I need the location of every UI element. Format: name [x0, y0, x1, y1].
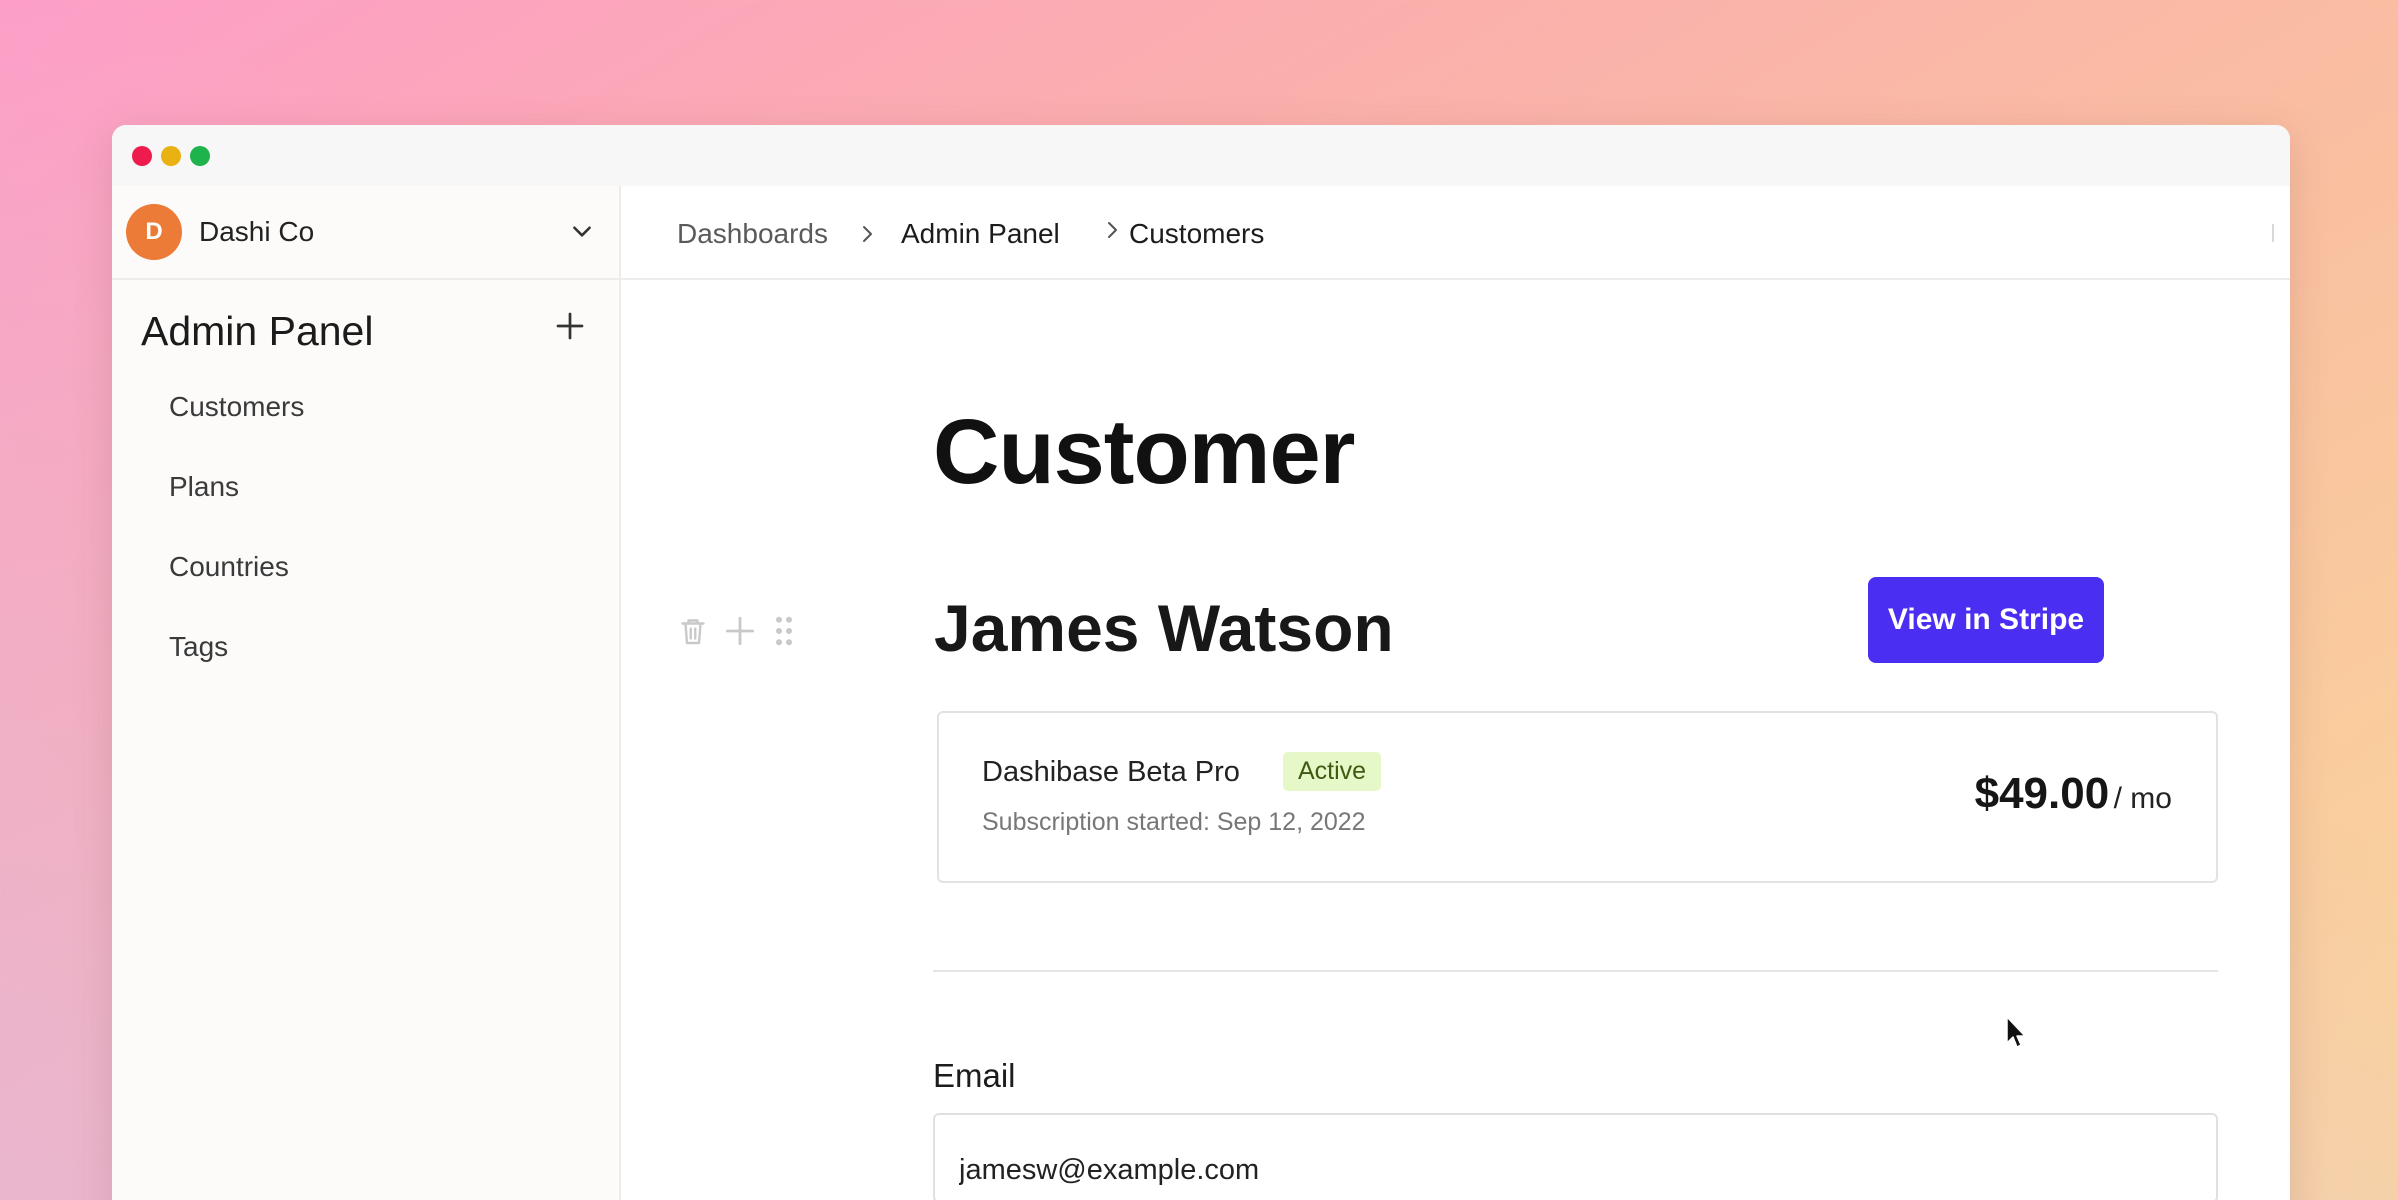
- topbar-divider: [2272, 224, 2274, 242]
- window-titlebar: [112, 125, 2290, 186]
- chevron-down-icon[interactable]: [569, 218, 595, 244]
- drag-handle-icon[interactable]: [769, 612, 799, 650]
- sidebar-panel-title: Admin Panel: [141, 308, 374, 354]
- view-in-stripe-button[interactable]: View in Stripe: [1868, 577, 2104, 663]
- main-content: Customer James Watson View in Stripe Das…: [621, 280, 2290, 1200]
- sidebar: D Dashi Co Admin Panel Customers Plans C…: [112, 186, 621, 1200]
- app-window: D Dashi Co Admin Panel Customers Plans C…: [112, 125, 2290, 1200]
- breadcrumb-dashboards[interactable]: Dashboards: [677, 218, 828, 250]
- email-label: Email: [933, 1057, 1016, 1094]
- add-block-icon[interactable]: [721, 612, 759, 650]
- sidebar-item-customers[interactable]: Customers: [169, 391, 304, 423]
- workspace-name: Dashi Co: [199, 216, 315, 247]
- breadcrumb-customers[interactable]: Customers: [1129, 218, 1264, 250]
- sidebar-item-tags[interactable]: Tags: [169, 631, 228, 663]
- plan-name: Dashibase Beta Pro: [982, 756, 1240, 788]
- workspace-switcher[interactable]: D Dashi Co: [112, 186, 619, 280]
- status-badge: Active: [1283, 752, 1382, 791]
- breadcrumb: Dashboards Admin Panel Customers: [621, 186, 2290, 280]
- chevron-right-icon: [1108, 222, 1117, 238]
- sidebar-item-countries[interactable]: Countries: [169, 551, 289, 583]
- subscription-card: Dashibase Beta Pro Active Subscription s…: [937, 711, 2218, 883]
- minimize-window-button[interactable]: [161, 146, 181, 166]
- mouse-cursor-icon: [2006, 1016, 2026, 1048]
- breadcrumb-admin-panel[interactable]: Admin Panel: [901, 218, 1060, 250]
- add-page-icon[interactable]: [552, 308, 588, 344]
- customer-name: James Watson: [934, 591, 1394, 665]
- price-period: / mo: [2113, 782, 2172, 815]
- close-window-button[interactable]: [132, 146, 152, 166]
- section-divider: [933, 970, 2218, 972]
- sidebar-panel-header: Admin Panel: [112, 280, 619, 360]
- price: $49.00 / mo: [1975, 769, 2172, 819]
- email-field[interactable]: [933, 1113, 2218, 1200]
- maximize-window-button[interactable]: [190, 146, 210, 166]
- sidebar-item-plans[interactable]: Plans: [169, 471, 239, 503]
- subscription-start-date: Subscription started: Sep 12, 2022: [982, 808, 1366, 836]
- chevron-right-icon: [863, 226, 872, 242]
- block-tools: [675, 612, 799, 650]
- price-amount: $49.00: [1974, 769, 2110, 818]
- workspace-avatar: D: [126, 204, 182, 260]
- page-title: Customer: [933, 401, 1355, 503]
- trash-icon[interactable]: [675, 612, 711, 650]
